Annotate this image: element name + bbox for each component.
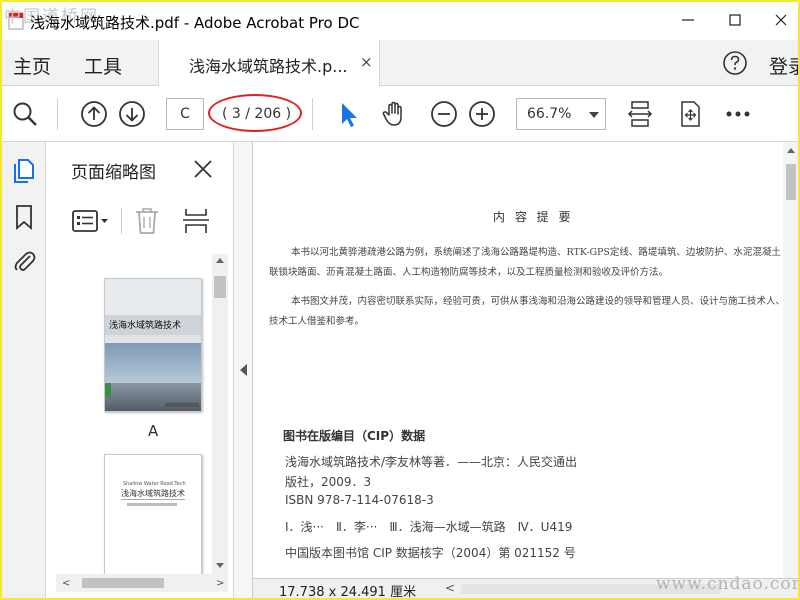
search-icon[interactable] xyxy=(11,100,39,128)
panel-separator xyxy=(121,208,122,234)
pointer-icon[interactable] xyxy=(334,100,362,128)
document-vertical-scrollbar[interactable] xyxy=(783,142,798,578)
zoom-value: 66.7% xyxy=(527,106,572,122)
scroll-left-icon[interactable]: < xyxy=(445,581,455,595)
cip-line: 中国版本图书馆 CIP 数据核字（2004）第 021152 号 xyxy=(285,546,576,560)
title-page-rule xyxy=(121,499,185,500)
summary-paragraph-2: 本书图文并茂，内容密切联系实际，经验可贵，可供从事浅海和沿海公路建设的领导和管理… xyxy=(269,296,786,327)
cover-photo-road xyxy=(105,383,201,411)
signin-link[interactable]: 登录 xyxy=(769,52,798,79)
maximize-icon[interactable] xyxy=(725,10,745,30)
bookmark-icon[interactable] xyxy=(11,204,37,230)
highlight-annotation xyxy=(208,94,302,132)
pdf-page: 内 容 提 要 本书以河北黄骅港疏港公路为例，系统阐述了浅海公路路堤构造、RTK… xyxy=(253,142,785,578)
panel-collapse-handle[interactable] xyxy=(234,142,252,598)
thumbnail-list: 浅海水域筑路技术 A Shallow Water Road Tech 浅海水域筑… xyxy=(56,254,211,574)
minimize-icon[interactable] xyxy=(678,10,698,30)
hand-icon[interactable] xyxy=(380,100,408,128)
cover-photo-sky xyxy=(105,343,201,383)
cover-publisher xyxy=(165,403,199,407)
page-scroll-icon[interactable] xyxy=(626,100,654,128)
toolbar: C ( 3 / 206 ) 66.7% xyxy=(2,86,798,142)
app-window: 中国道桥网 浅海水域筑路技术.pdf - Adobe Acrobat Pro D… xyxy=(0,0,800,600)
chevron-left-icon xyxy=(240,364,247,376)
chevron-down-icon xyxy=(589,112,599,118)
thumbnail-options-icon[interactable] xyxy=(71,208,111,234)
page-thumbnail-cover[interactable]: 浅海水域筑路技术 xyxy=(104,278,202,412)
panel-horizontal-scrollbar[interactable]: < > xyxy=(56,574,228,592)
help-icon[interactable] xyxy=(722,50,748,76)
page-thumbnail-title[interactable]: Shallow Water Road Tech 浅海水域筑路技术 xyxy=(104,454,202,574)
window-title: 浅海水域筑路技术.pdf - Adobe Acrobat Pro DC xyxy=(30,14,360,32)
thumbnails-panel: 页面缩略图 浅海水域筑路技术 A Shallow Water Road Tech… xyxy=(46,142,234,598)
zoom-out-icon[interactable] xyxy=(430,100,458,128)
cip-heading: 图书在版编目（CIP）数据 xyxy=(283,429,426,443)
document-view[interactable]: 内 容 提 要 本书以河北黄骅港疏港公路为例，系统阐述了浅海公路路堤构造、RTK… xyxy=(252,142,798,598)
panel-toolbar xyxy=(71,204,221,238)
cover-green-bar xyxy=(105,383,111,397)
thumbnail-label: A xyxy=(148,422,159,440)
title-page-chinese: 浅海水域筑路技术 xyxy=(121,489,185,498)
scroll-up-icon[interactable] xyxy=(216,258,224,263)
close-panel-icon[interactable] xyxy=(192,158,214,180)
panel-title: 页面缩略图 xyxy=(71,163,156,183)
scroll-thumb[interactable] xyxy=(214,276,226,298)
tab-home[interactable]: 主页 xyxy=(13,52,51,79)
cover-title: 浅海水域筑路技术 xyxy=(109,321,182,331)
page-dimensions: 17.738 x 24.491 厘米 xyxy=(279,585,417,598)
close-window-icon[interactable] xyxy=(771,10,791,30)
title-page-authors xyxy=(127,503,177,506)
arrow-down-circle-icon[interactable] xyxy=(118,100,146,128)
title-page-english: Shallow Water Road Tech xyxy=(123,481,186,487)
summary-paragraph-1: 本书以河北黄骅港疏港公路为例，系统阐述了浅海公路路堤构造、RTK-GPS定线、路… xyxy=(269,247,781,278)
toolbar-separator xyxy=(312,98,313,130)
scroll-down-icon[interactable] xyxy=(216,563,224,568)
page-number-input[interactable]: C xyxy=(166,98,204,130)
tab-tools[interactable]: 工具 xyxy=(84,52,122,79)
zoom-in-icon[interactable] xyxy=(468,100,496,128)
panel-vertical-scrollbar[interactable] xyxy=(212,254,228,574)
page-layout-icon[interactable] xyxy=(181,206,211,236)
toolbar-separator xyxy=(57,98,58,130)
tab-document-label: 浅海水域筑路技术.p... xyxy=(189,57,348,76)
scroll-right-icon[interactable]: > xyxy=(216,578,224,589)
cip-line: ISBN 978-7-114-07618-3 xyxy=(285,493,434,507)
delete-icon[interactable] xyxy=(133,206,161,236)
summary-heading: 内 容 提 要 xyxy=(493,210,574,224)
scroll-thumb[interactable] xyxy=(82,578,164,588)
cip-line: 版社，2009．3 xyxy=(285,475,372,489)
scroll-up-icon[interactable] xyxy=(787,148,795,153)
cip-line: 浅海水域筑路技术/李友林等著．——北京：人民交通出 xyxy=(285,455,578,469)
zoom-select[interactable]: 66.7% xyxy=(516,98,606,130)
page-thumbnails-icon[interactable] xyxy=(11,158,37,184)
tab-document[interactable]: 浅海水域筑路技术.p... × xyxy=(158,40,380,86)
more-icon[interactable] xyxy=(724,100,752,128)
scroll-left-icon[interactable]: < xyxy=(62,578,70,589)
cip-line: Ⅰ．浅··· Ⅱ．李··· Ⅲ．浅海—水域—筑路 Ⅳ．U419 xyxy=(285,520,573,534)
watermark-bottom: www.cndao.com xyxy=(656,574,800,594)
cover-top xyxy=(105,279,201,315)
fit-page-icon[interactable] xyxy=(676,100,704,128)
title-bar: 中国道桥网 浅海水域筑路技术.pdf - Adobe Acrobat Pro D… xyxy=(2,2,798,40)
tab-bar: 主页 工具 浅海水域筑路技术.p... × 登录 xyxy=(2,40,798,86)
scroll-thumb[interactable] xyxy=(786,164,796,200)
left-rail xyxy=(2,142,46,598)
arrow-up-circle-icon[interactable] xyxy=(80,100,108,128)
attachment-icon[interactable] xyxy=(11,248,37,274)
close-tab-icon[interactable]: × xyxy=(360,53,373,71)
